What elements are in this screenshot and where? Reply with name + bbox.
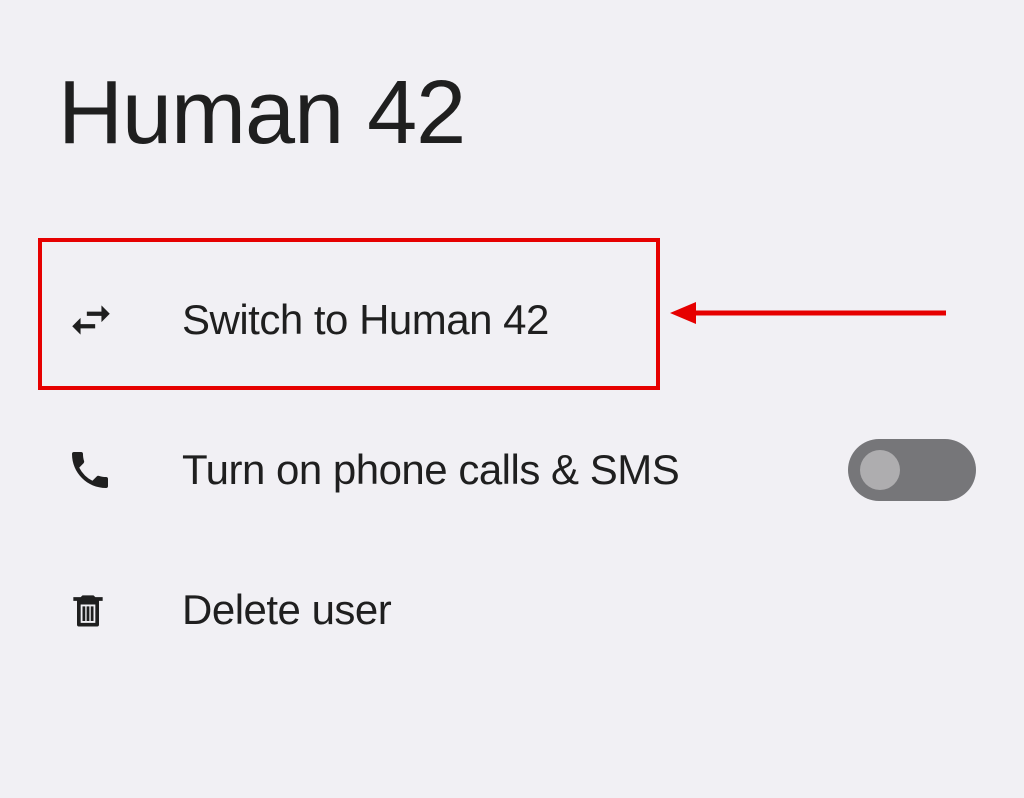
page-title: Human 42: [58, 62, 465, 165]
switch-user-label: Switch to Human 42: [182, 296, 549, 344]
phone-icon: [66, 446, 114, 494]
delete-user-item[interactable]: Delete user: [0, 560, 1024, 660]
swap-horizontal-icon: [66, 295, 116, 345]
toggle-knob: [860, 450, 900, 490]
phone-sms-item[interactable]: Turn on phone calls & SMS: [0, 420, 1024, 520]
phone-sms-label: Turn on phone calls & SMS: [182, 446, 679, 494]
trash-icon: [66, 588, 110, 632]
phone-sms-toggle[interactable]: [848, 439, 976, 501]
switch-user-item[interactable]: Switch to Human 42: [0, 260, 1024, 380]
delete-user-label: Delete user: [182, 586, 391, 634]
